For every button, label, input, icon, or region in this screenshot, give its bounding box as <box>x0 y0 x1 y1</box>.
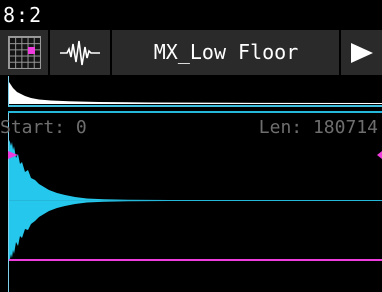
clock: 8:2 <box>3 3 43 27</box>
grid-selected-cell <box>28 47 35 54</box>
length-label: Len: <box>258 117 303 138</box>
end-marker-icon[interactable] <box>377 144 382 159</box>
grid-icon[interactable] <box>8 36 41 69</box>
start-label: Start: <box>0 117 66 138</box>
play-icon[interactable] <box>349 42 375 64</box>
main-waveform[interactable] <box>9 140 382 286</box>
sample-info: Start: 0 Len: 180714 <box>0 115 382 141</box>
waveform-icon[interactable] <box>58 38 102 68</box>
start-readout: Start: 0 <box>0 115 87 141</box>
length-readout: Len: 180714 <box>259 115 378 141</box>
start-value: 0 <box>75 117 87 138</box>
zero-line <box>9 200 382 201</box>
start-marker-icon[interactable] <box>8 144 18 159</box>
loop-line <box>9 259 382 261</box>
toolbar-divider <box>339 30 341 75</box>
length-value: 180714 <box>312 117 378 138</box>
overview-waveform[interactable] <box>9 76 382 104</box>
grid-cells <box>9 37 40 68</box>
sample-editor-screen: 8:2 MX_Low Floor Start: 0 Len: 180714 <box>0 0 382 292</box>
toolbar-divider <box>48 30 50 75</box>
toolbar-divider <box>110 30 112 75</box>
sample-name[interactable]: MX_Low Floor <box>115 30 337 75</box>
